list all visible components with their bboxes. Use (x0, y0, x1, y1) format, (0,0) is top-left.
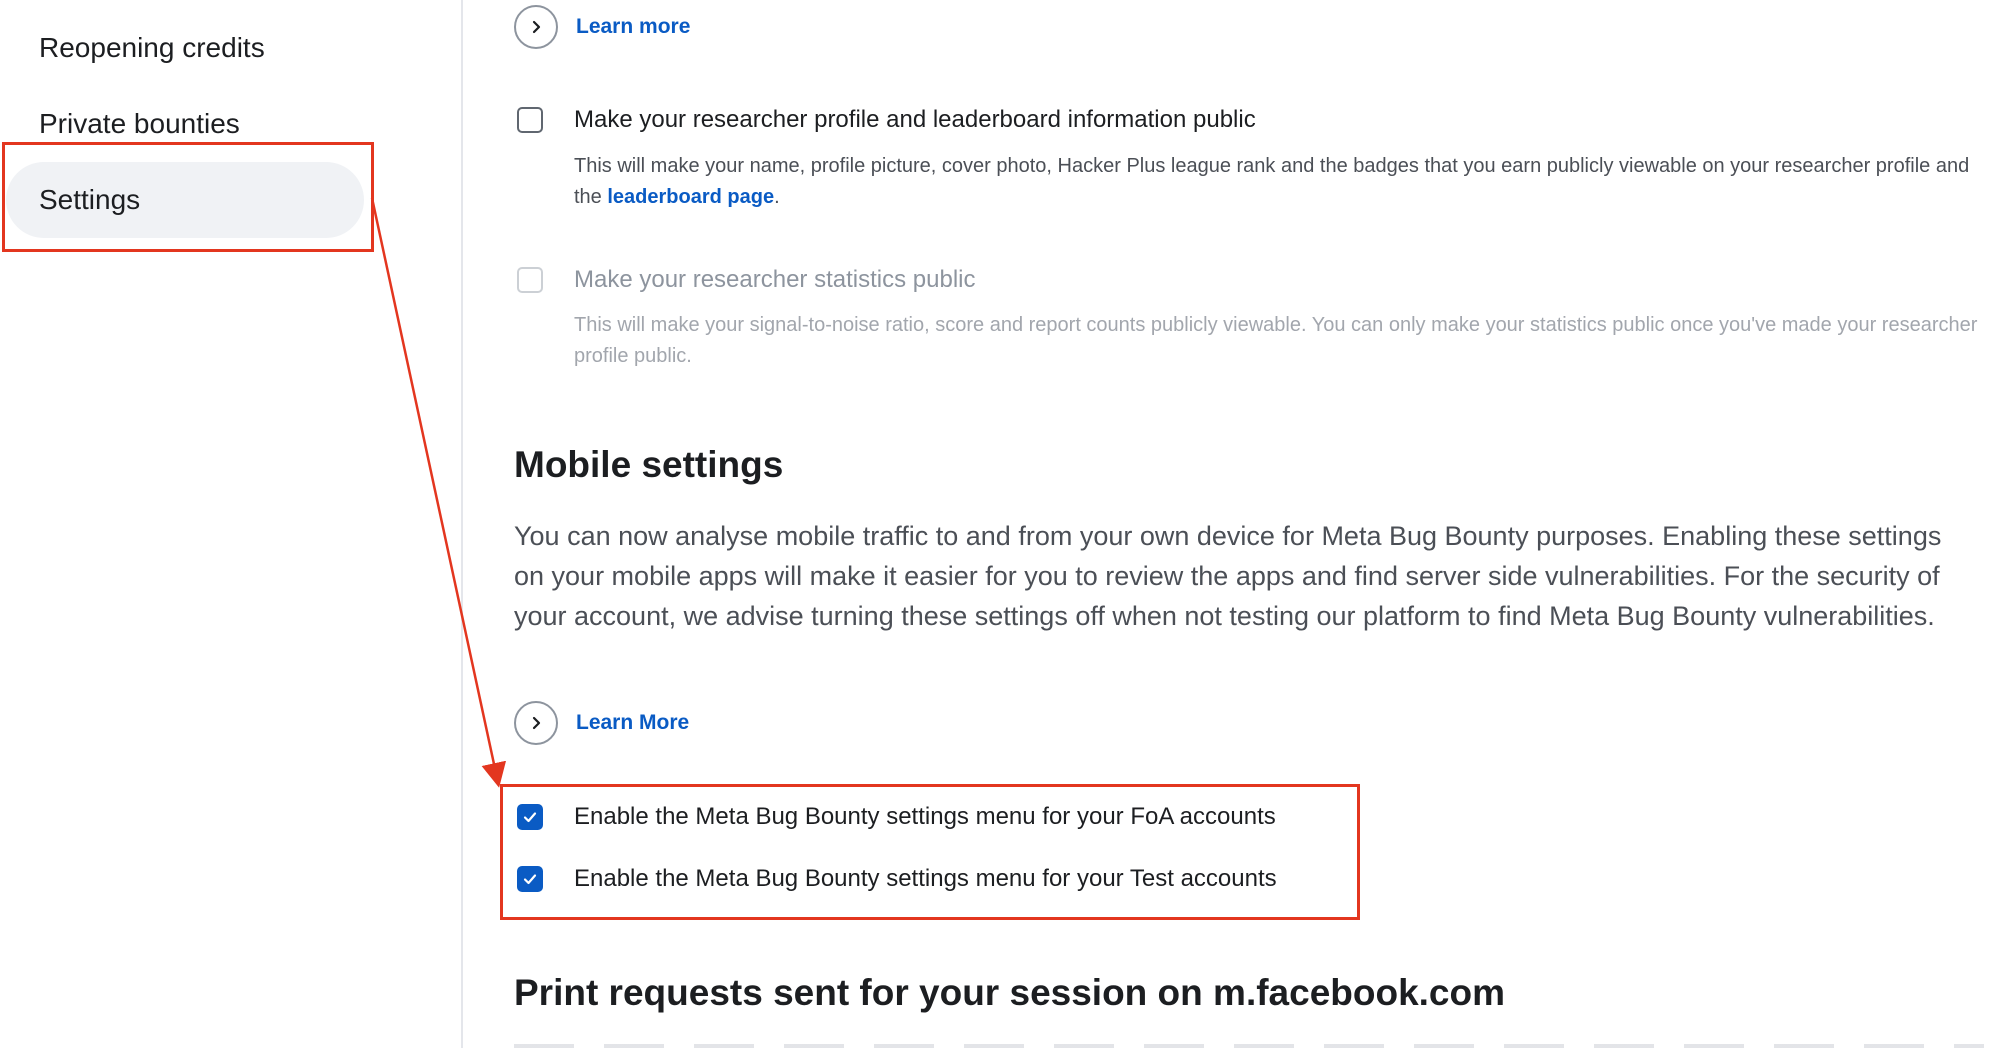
annotation-box-mobile-options (500, 784, 1360, 920)
stats-public-description: This will make your signal-to-noise rati… (574, 314, 1978, 367)
sidebar-item-label: Private bounties (39, 108, 240, 139)
chevron-right-icon (514, 5, 558, 49)
stats-public-label: Make your researcher statistics public (574, 266, 976, 293)
profile-public-option: Make your researcher profile and leaderb… (517, 106, 1256, 134)
settings-page: Reopening credits Private bounties Setti… (0, 0, 1999, 1048)
annotation-box-settings (2, 142, 374, 252)
profile-public-desc-text: This will make your name, profile pictur… (574, 155, 1970, 208)
profile-public-label: Make your researcher profile and leaderb… (574, 106, 1256, 133)
print-requests-title: Print requests sent for your session on … (514, 972, 1506, 1013)
mobile-settings-description: You can now analyse mobile traffic to an… (514, 521, 1942, 631)
sidebar-item-reopening-credits[interactable]: Reopening credits (6, 10, 364, 86)
profile-public-checkbox[interactable] (517, 107, 543, 133)
learn-more-label: Learn more (576, 15, 691, 38)
profile-public-description: This will make your name, profile pictur… (574, 151, 1974, 213)
leaderboard-page-link[interactable]: leaderboard page (607, 186, 774, 208)
learn-more-label: Learn More (576, 711, 690, 734)
stats-public-checkbox (517, 267, 543, 293)
sidebar-item-label: Reopening credits (39, 32, 265, 63)
cut-off-text-line (514, 1044, 1984, 1048)
mobile-settings-title: Mobile settings (514, 444, 784, 485)
learn-more-link-privacy[interactable]: Learn more (514, 5, 690, 49)
learn-more-link-mobile[interactable]: Learn More (514, 701, 689, 745)
profile-public-desc-end: . (774, 186, 780, 208)
stats-public-option: Make your researcher statistics public (517, 266, 975, 294)
chevron-right-icon (514, 701, 558, 745)
